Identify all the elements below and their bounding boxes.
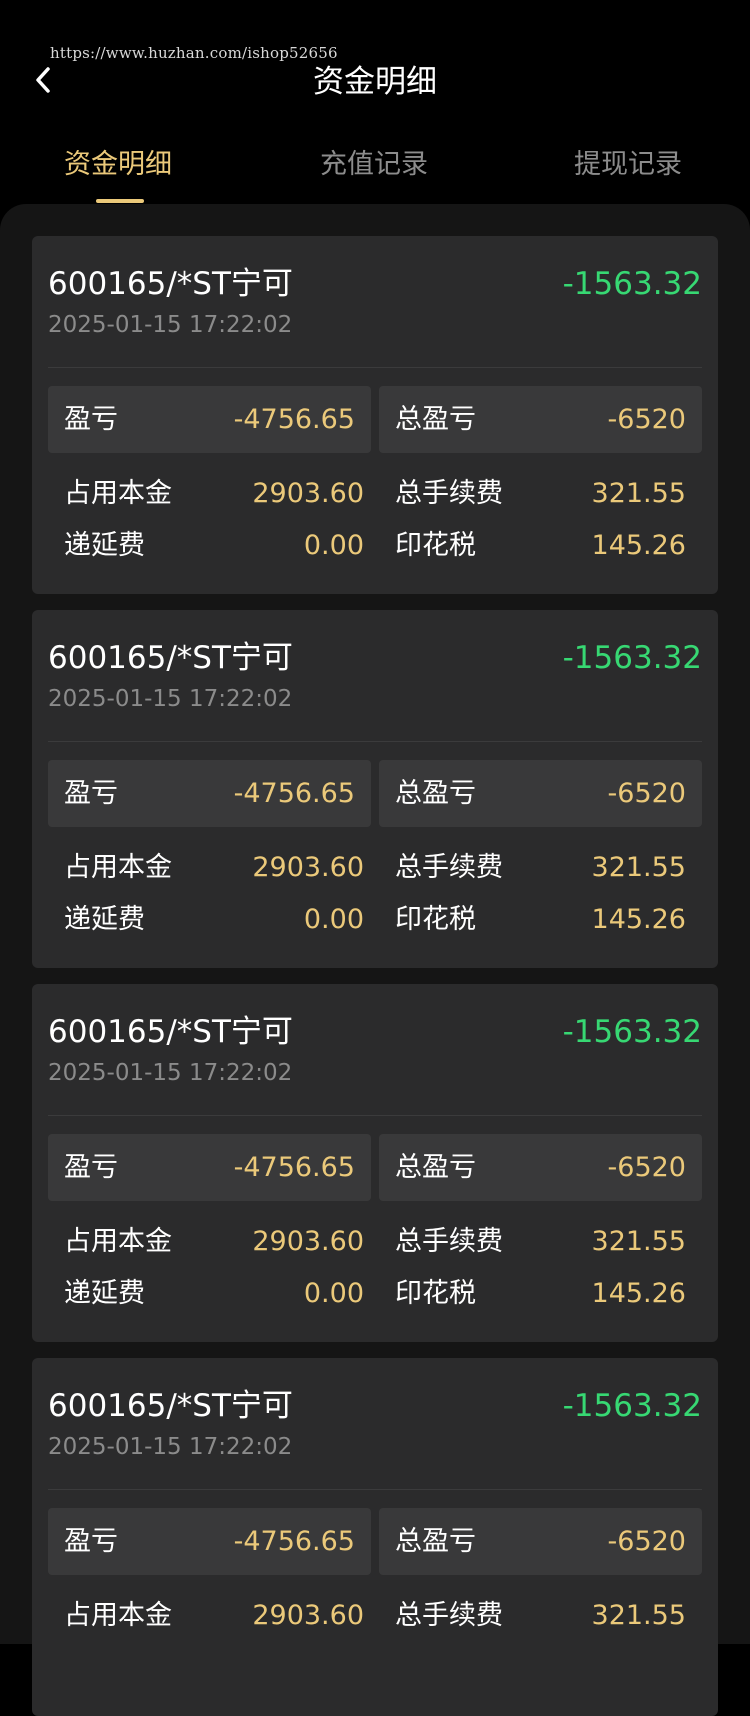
profit-loss-box: 盈亏 -4756.65 [48,1134,371,1201]
deferral-fee-label: 递延费 [64,904,145,935]
total-profit-loss-value: -6520 [607,1526,686,1557]
total-profit-loss-label: 总盈亏 [395,1526,476,1557]
profit-loss-value: -4756.65 [233,404,355,435]
total-fee-label: 总手续费 [395,1226,503,1257]
total-profit-loss-label: 总盈亏 [395,778,476,809]
total-profit-loss-box: 总盈亏 -6520 [379,386,702,453]
total-profit-loss-value: -6520 [607,404,686,435]
deferral-fee-value: 0.00 [303,1278,364,1309]
profit-loss-value: -4756.65 [233,1152,355,1183]
total-profit-loss-box: 总盈亏 -6520 [379,1134,702,1201]
principal-value: 2903.60 [252,478,364,509]
profit-loss-label: 盈亏 [64,1152,118,1183]
profit-loss-box: 盈亏 -4756.65 [48,386,371,453]
stock-name: 600165/*ST宁可 [48,640,293,676]
active-tab-indicator [96,199,144,203]
record-card[interactable]: 600165/*ST宁可 -1563.32 2025-01-15 17:22:0… [32,984,718,1342]
principal-label: 占用本金 [64,1600,172,1631]
total-profit-loss-box: 总盈亏 -6520 [379,1508,702,1575]
deferral-fee-label: 递延费 [64,530,145,561]
profit-loss-value: -4756.65 [233,1526,355,1557]
stamp-tax-label: 印花税 [395,1278,476,1309]
stock-name: 600165/*ST宁可 [48,1014,293,1050]
profit-loss-label: 盈亏 [64,404,118,435]
stamp-tax-value: 145.26 [591,1278,686,1309]
principal-label: 占用本金 [64,478,172,509]
record-time: 2025-01-15 17:22:02 [48,1060,293,1086]
total-profit-loss-label: 总盈亏 [395,404,476,435]
total-profit-loss-value: -6520 [607,1152,686,1183]
total-profit-loss-label: 总盈亏 [395,1152,476,1183]
deferral-fee-label: 递延费 [64,1278,145,1309]
stamp-tax-value: 145.26 [591,530,686,561]
record-time: 2025-01-15 17:22:02 [48,1434,293,1460]
divider [48,1489,702,1490]
record-card[interactable]: 600165/*ST宁可 -1563.32 2025-01-15 17:22:0… [32,610,718,968]
total-profit-loss-value: -6520 [607,778,686,809]
stamp-tax-label: 印花税 [395,904,476,935]
stock-name: 600165/*ST宁可 [48,266,293,302]
record-card[interactable]: 600165/*ST宁可 -1563.32 2025-01-15 17:22:0… [32,1358,718,1716]
total-fee-value: 321.55 [591,1226,686,1257]
total-fee-label: 总手续费 [395,852,503,883]
deferral-fee-value: 0.00 [303,904,364,935]
principal-value: 2903.60 [252,1226,364,1257]
record-time: 2025-01-15 17:22:02 [48,686,293,712]
profit-loss-box: 盈亏 -4756.65 [48,760,371,827]
records-list: 600165/*ST宁可 -1563.32 2025-01-15 17:22:0… [0,204,750,1716]
record-card[interactable]: 600165/*ST宁可 -1563.32 2025-01-15 17:22:0… [32,236,718,594]
stamp-tax-label: 印花税 [395,530,476,561]
tab-recharge-records[interactable]: 充值记录 [320,140,428,190]
deferral-fee-value: 0.00 [303,530,364,561]
total-fee-label: 总手续费 [395,1600,503,1631]
divider [48,367,702,368]
nav-bar: 资金明细 [0,50,750,116]
profit-loss-value: -4756.65 [233,778,355,809]
page-title: 资金明细 [313,64,437,100]
principal-label: 占用本金 [64,852,172,883]
principal-label: 占用本金 [64,1226,172,1257]
divider [48,1115,702,1116]
total-fee-label: 总手续费 [395,478,503,509]
record-amount: -1563.32 [562,640,702,676]
divider [48,741,702,742]
total-fee-value: 321.55 [591,852,686,883]
profit-loss-label: 盈亏 [64,778,118,809]
principal-value: 2903.60 [252,1600,364,1631]
profit-loss-label: 盈亏 [64,1526,118,1557]
total-profit-loss-box: 总盈亏 -6520 [379,760,702,827]
record-amount: -1563.32 [562,1014,702,1050]
tab-withdrawal-records[interactable]: 提现记录 [574,140,682,190]
total-fee-value: 321.55 [591,478,686,509]
stamp-tax-value: 145.26 [591,904,686,935]
total-fee-value: 321.55 [591,1600,686,1631]
principal-value: 2903.60 [252,852,364,883]
stock-name: 600165/*ST宁可 [48,1388,293,1424]
record-time: 2025-01-15 17:22:02 [48,312,293,338]
tab-bar: 资金明细 充值记录 提现记录 [0,140,750,204]
profit-loss-box: 盈亏 -4756.65 [48,1508,371,1575]
record-amount: -1563.32 [562,1388,702,1424]
record-amount: -1563.32 [562,266,702,302]
tab-fund-details[interactable]: 资金明细 [64,140,172,190]
